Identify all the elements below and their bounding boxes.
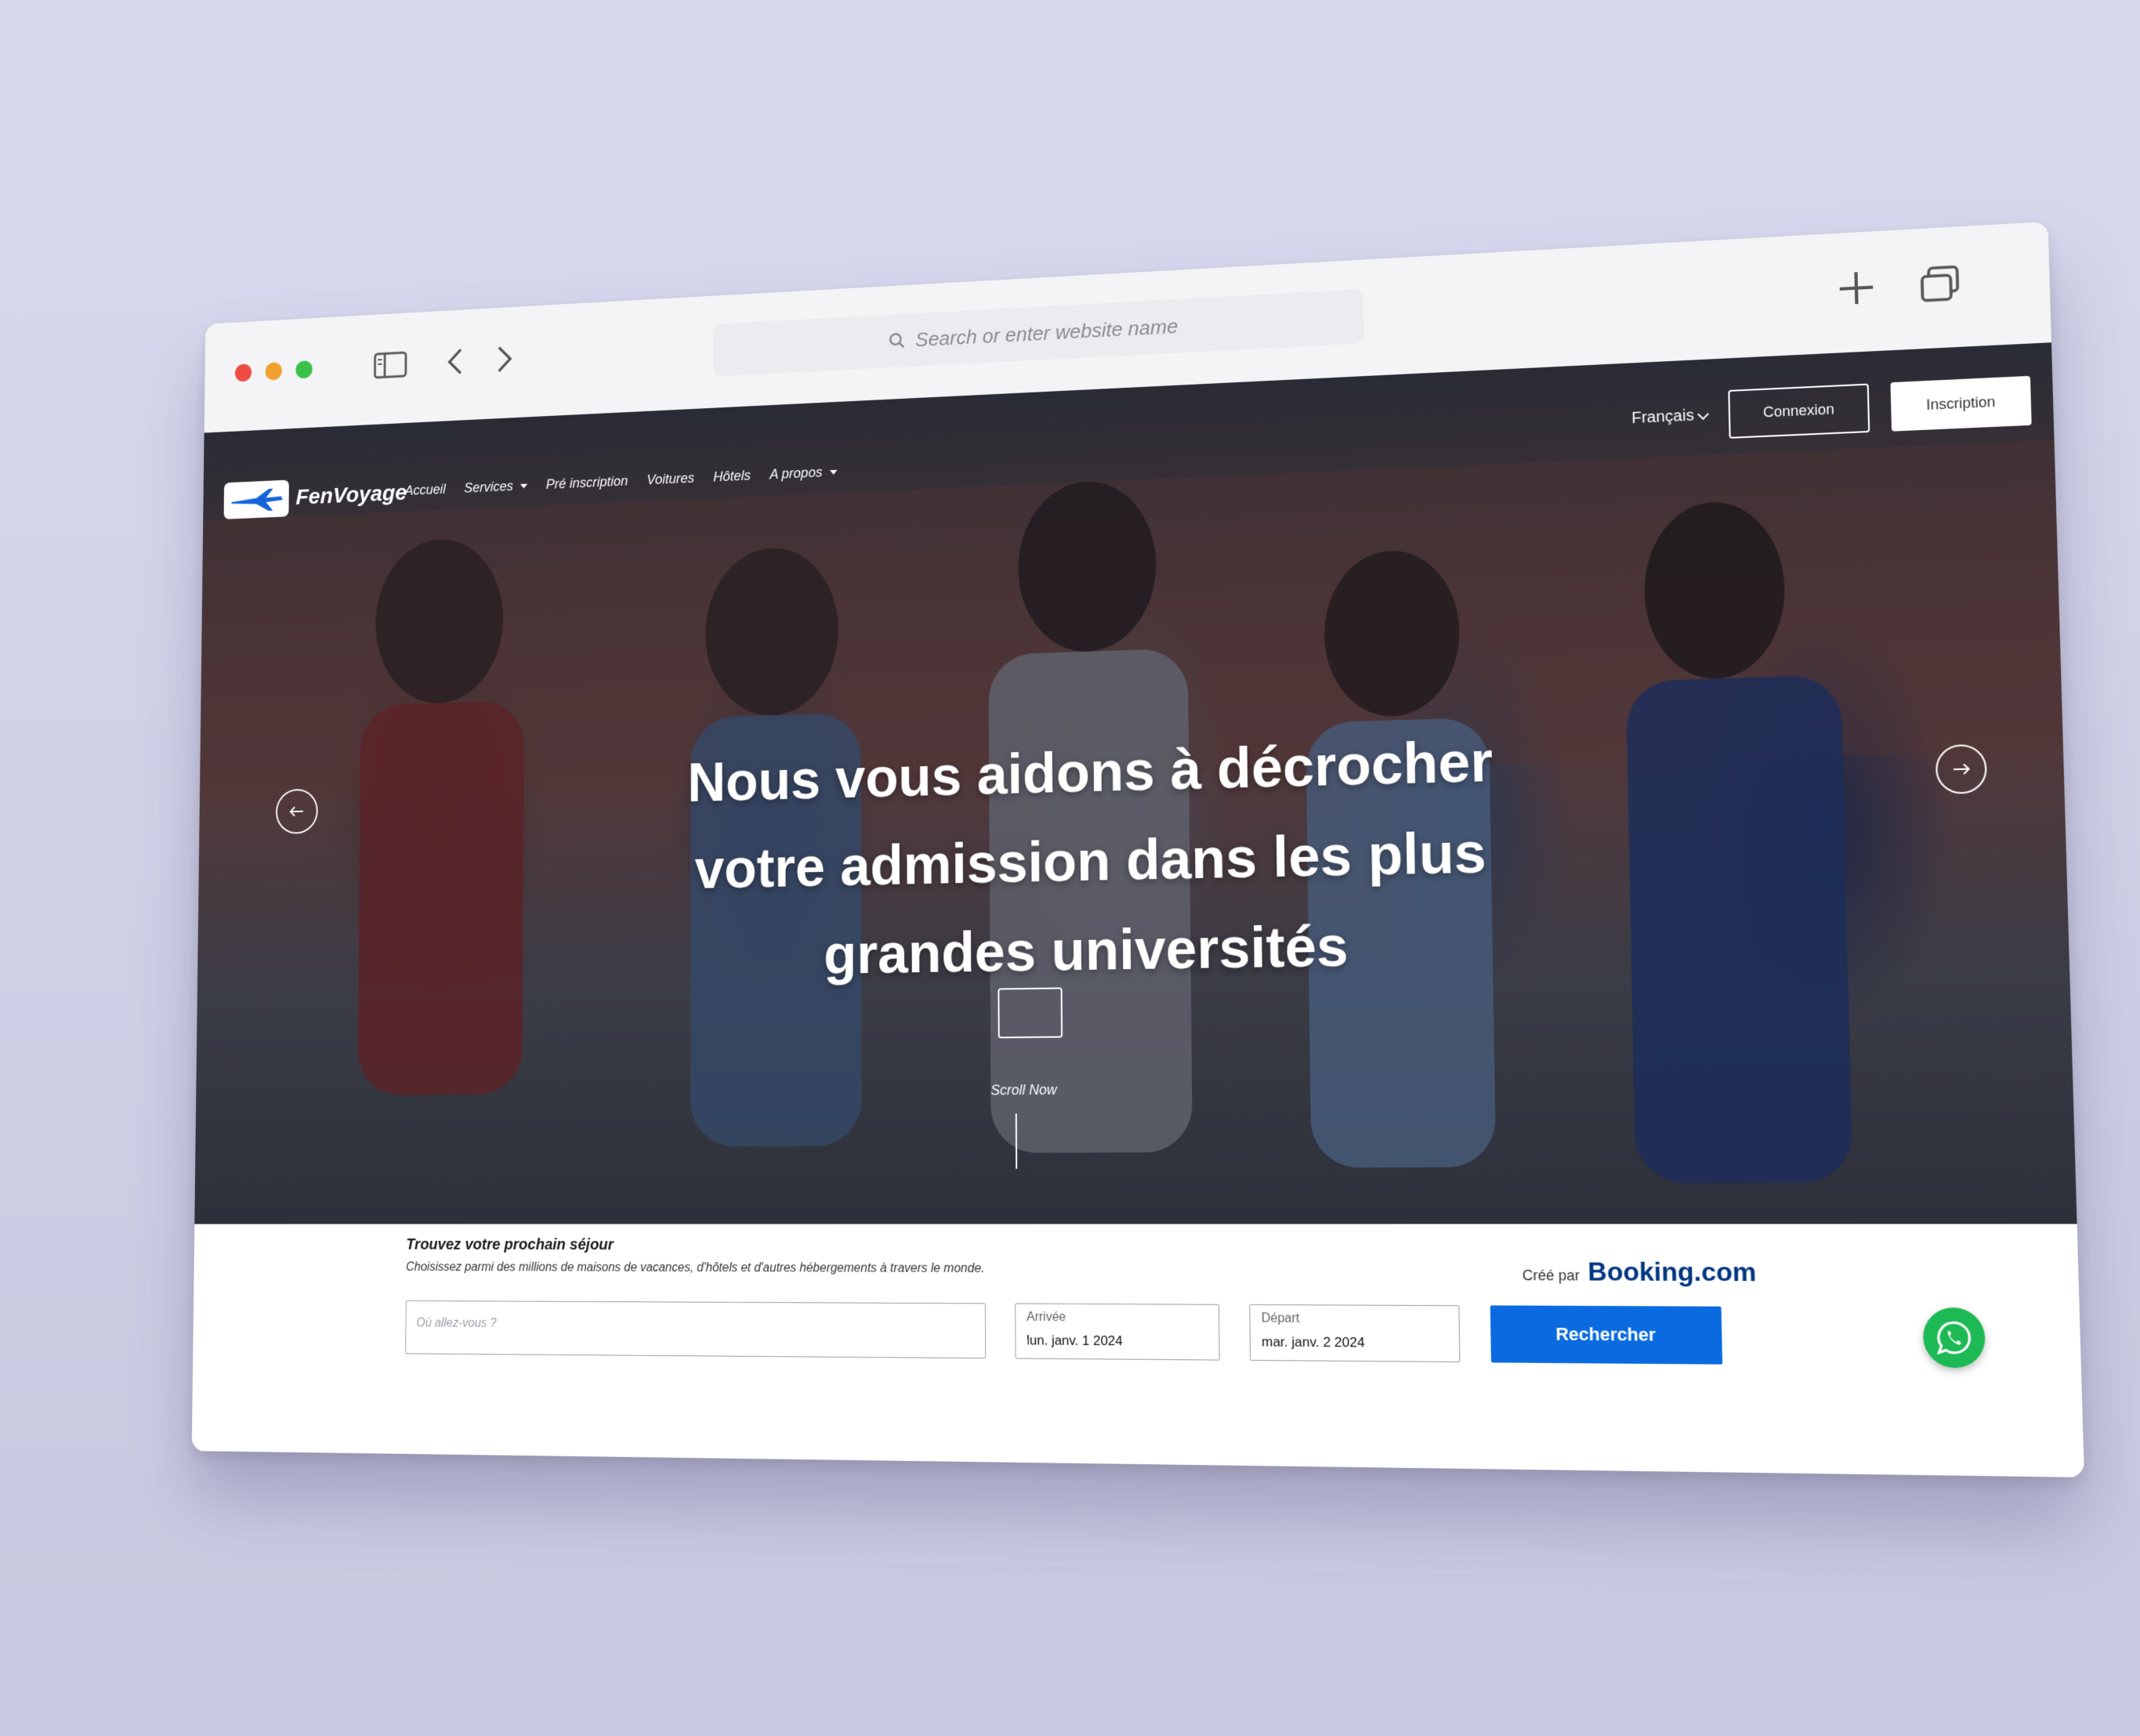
address-placeholder: Search or enter website name — [915, 313, 1179, 351]
hero-section: FenVoyage Accueil Services Pré inscripti… — [194, 342, 2077, 1224]
chevron-left-icon[interactable] — [441, 342, 469, 382]
site-brand-name: FenVoyage — [295, 480, 407, 510]
page-viewport: FenVoyage Accueil Services Pré inscripti… — [191, 342, 2084, 1477]
caret-down-icon — [829, 469, 838, 475]
destination-placeholder: Où allez-vous ? — [416, 1316, 497, 1330]
airplane-icon — [223, 479, 289, 519]
powered-by-label: Créé par — [1522, 1267, 1581, 1284]
address-bar[interactable]: Search or enter website name — [712, 289, 1364, 377]
nav-item-hotels[interactable]: Hôtels — [713, 468, 751, 485]
departure-value: mar. janv. 2 2024 — [1261, 1334, 1365, 1351]
caret-down-icon — [520, 483, 528, 489]
scroll-label[interactable]: Scroll Now — [990, 1082, 1056, 1099]
whatsapp-icon[interactable] — [1922, 1307, 1986, 1369]
nav-item-a-propos-label: A propos — [769, 464, 823, 483]
tabs-icon[interactable] — [1914, 262, 1966, 306]
browser-window: Search or enter website name FenVoyage A… — [191, 221, 2084, 1477]
destination-input[interactable]: Où allez-vous ? — [405, 1300, 987, 1359]
search-icon — [889, 332, 905, 349]
powered-by: Créé par Booking.com — [1522, 1257, 1757, 1288]
arrival-value: lun. janv. 1 2024 — [1027, 1333, 1123, 1349]
maximize-window-button[interactable] — [295, 360, 313, 379]
sidebar-icon[interactable] — [371, 345, 410, 385]
plus-icon[interactable] — [1831, 266, 1882, 310]
booking-logo[interactable]: Booking.com — [1588, 1257, 1757, 1287]
hero-title: Nous vous aidons à décrocher votre admis… — [197, 701, 2070, 1008]
close-window-button[interactable] — [234, 363, 252, 382]
nav-item-a-propos[interactable]: A propos — [769, 464, 838, 483]
arrival-label: Arrivée — [1027, 1310, 1066, 1325]
signup-button[interactable]: Inscription — [1890, 375, 2032, 432]
departure-date-field[interactable]: Départ mar. janv. 2 2024 — [1249, 1304, 1461, 1363]
nav-item-services-label: Services — [464, 478, 513, 496]
login-button[interactable]: Connexion — [1728, 383, 1870, 439]
departure-label: Départ — [1261, 1311, 1300, 1326]
booking-widget: Trouvez votre prochain séjour Choisissez… — [191, 1224, 2084, 1477]
nav-item-voitures[interactable]: Voitures — [646, 470, 694, 488]
chevron-right-icon[interactable] — [491, 339, 520, 379]
language-label: Français — [1631, 407, 1695, 428]
scroll-indicator-box[interactable] — [998, 987, 1063, 1039]
nav-item-services[interactable]: Services — [464, 478, 528, 497]
search-button[interactable]: Rechercher — [1490, 1305, 1723, 1365]
minimize-window-button[interactable] — [265, 362, 282, 381]
language-select[interactable]: Français — [1631, 406, 1709, 428]
chevron-down-icon — [1696, 408, 1709, 420]
arrival-date-field[interactable]: Arrivée lun. janv. 1 2024 — [1015, 1303, 1220, 1361]
booking-title: Trouvez votre prochain séjour — [406, 1236, 614, 1253]
browser-mockup: Search or enter website name FenVoyage A… — [191, 221, 2084, 1477]
scroll-line — [1015, 1113, 1018, 1169]
nav-item-accueil[interactable]: Accueil — [405, 482, 446, 499]
booking-subtitle: Choisissez parmi des millions de maisons… — [406, 1260, 985, 1276]
